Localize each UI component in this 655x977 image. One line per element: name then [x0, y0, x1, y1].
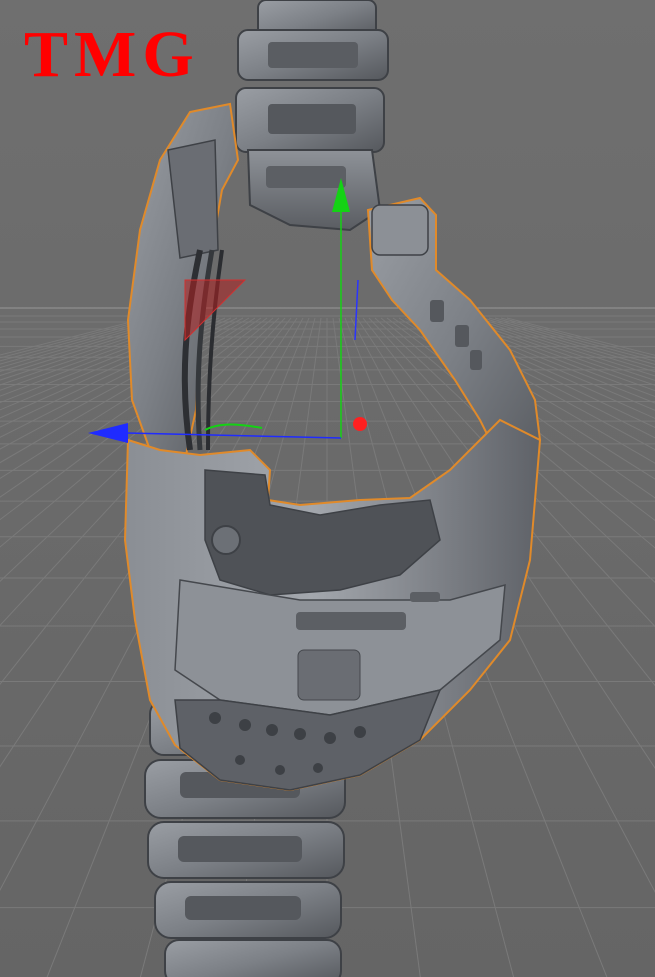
- gizmo-pivot-point[interactable]: [353, 417, 367, 431]
- 3d-viewport[interactable]: TMG: [0, 0, 655, 977]
- spine-column-upper: [235, 0, 389, 232]
- viewport-canvas[interactable]: [0, 0, 655, 977]
